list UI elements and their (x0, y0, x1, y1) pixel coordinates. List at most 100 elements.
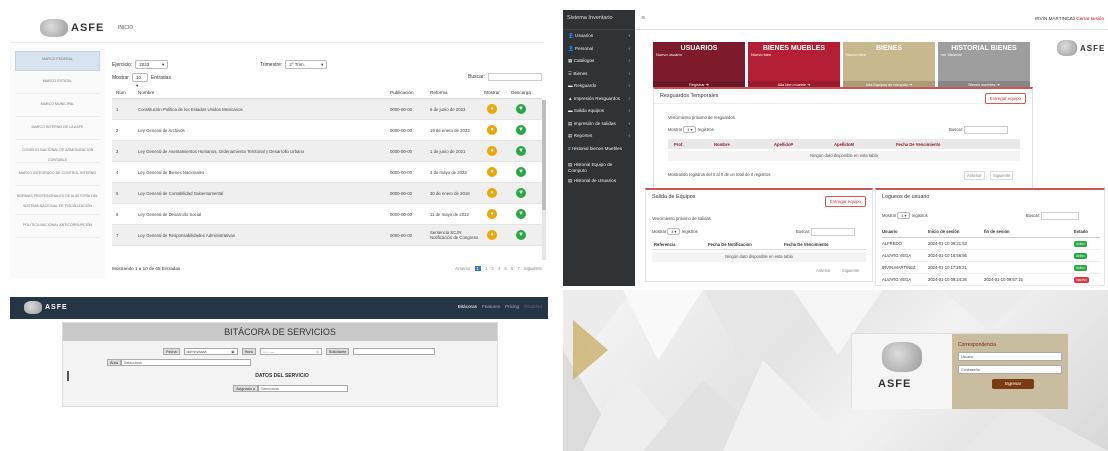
fecha-input[interactable]: dd/mm/aaaa ▣ (183, 348, 238, 355)
page-link[interactable]: 3 (491, 266, 493, 271)
download-icon[interactable]: ▼ (516, 188, 526, 198)
search-input[interactable] (811, 228, 856, 236)
sidebar-item-marco-interno[interactable]: MARCO INTERNO DE LA ASFE (15, 120, 100, 140)
page-link[interactable]: 7 (517, 266, 519, 271)
search-input[interactable] (964, 126, 1009, 134)
col-fecha-notificacion[interactable]: Fecha De Notificacion (708, 242, 784, 247)
scrollbar-thumb[interactable] (542, 100, 546, 210)
col-fin[interactable]: fin de sesión (984, 229, 1074, 234)
sidebar-item[interactable]: ▤ Historial Equipo de Computo (563, 159, 635, 175)
col-publicacion[interactable]: Publicación (390, 90, 430, 95)
sidebar-item[interactable]: ▤ Impresión de salidas ‹ (563, 118, 635, 131)
download-icon[interactable]: ▼ (516, 209, 526, 219)
sidebar-item-marco-estatal[interactable]: MARCO ESTATAL (15, 74, 100, 94)
col-nombre[interactable]: Nombre (714, 142, 774, 147)
solicitante-input[interactable] (353, 348, 436, 355)
hora-input[interactable]: --:-- ---- ◷ (259, 348, 322, 355)
col-vencimiento[interactable]: Fecha De Vencimiento (896, 142, 996, 147)
sidebar-item[interactable]: 👤 Personal ‹ (563, 43, 635, 56)
nav-pricing[interactable]: Pricing (505, 304, 519, 309)
page-link[interactable]: Siguiente (524, 266, 542, 271)
page-link[interactable]: 4 (498, 266, 500, 271)
col-prof[interactable]: Prof. (668, 142, 714, 147)
legal-framework-window: ASFE INICIO MARCO FEDERAL MARCO ESTATAL … (0, 0, 558, 286)
sidebar-item-normas[interactable]: NORMAS PROFESIONALES DE AUDITORÍA DEL SI… (15, 189, 100, 215)
page-size-select[interactable]: 4 ▾ (897, 212, 911, 219)
trimestre-select[interactable]: 2° Trim. ▾ (285, 60, 328, 69)
download-icon[interactable]: ▼ (516, 167, 526, 177)
sidebar-item-text: Historial de Usuarios (573, 177, 617, 183)
sidebar-item-anticorrupcion[interactable]: POLÍTICA NACIONAL ANTICORRUPCIÓN (15, 218, 100, 238)
page-link[interactable]: Anterior (455, 266, 470, 271)
cell-inicio: 2024-01-10 09:24:26 (928, 277, 967, 282)
download-icon[interactable]: ▼ (516, 230, 526, 240)
sidebar-item[interactable]: ▬ Resguardo ‹ (563, 80, 635, 93)
col-inicio[interactable]: Inicio de sesión (928, 229, 984, 234)
download-icon[interactable]: ▼ (516, 125, 526, 135)
col-num[interactable]: Núm (112, 90, 132, 95)
nav-bitacoras[interactable]: Bitácoras (458, 304, 477, 309)
sidebar-item[interactable]: ≡ Historial bienes Muebles (563, 143, 635, 159)
ejercicio-select[interactable]: 2023 ▾ (135, 60, 169, 69)
prev-page-button[interactable]: Anterior (816, 268, 831, 273)
sidebar-item[interactable]: 👤 Usuarios ‹ (563, 30, 635, 43)
sidebar-item[interactable]: ▲ Impresión Resguardos ‹ (563, 93, 635, 106)
login-button[interactable]: Ingresar (992, 379, 1034, 389)
page-link[interactable]: 6 (511, 266, 513, 271)
password-input[interactable]: Contraseña (958, 365, 1062, 374)
page-size-select[interactable]: 4 ▾ (667, 228, 681, 235)
page-link[interactable]: 1 (474, 266, 481, 271)
search-input[interactable] (1041, 212, 1080, 220)
download-icon[interactable]: ▼ (516, 104, 526, 114)
col-reforma[interactable]: Reforma (430, 90, 478, 95)
eye-icon[interactable]: ● (487, 209, 497, 219)
sidebar-item-conac[interactable]: CONSEJO NACIONAL DE ARMONIZACIÓN CONTABL… (15, 143, 100, 163)
area-select[interactable]: Selecciona (121, 359, 252, 366)
page-size-select[interactable]: 4 ▾ (683, 126, 697, 133)
sidebar-item[interactable]: ▬ Salida equipos ‹ (563, 105, 635, 118)
prev-page-button[interactable]: Anterior (964, 171, 985, 180)
col-apellidom[interactable]: ApellidoM (834, 142, 896, 147)
brand-text: ASFE (71, 22, 105, 34)
asignado-select[interactable]: Selecciona (258, 385, 348, 392)
eye-icon[interactable]: ● (487, 230, 497, 240)
eye-icon[interactable]: ● (487, 146, 497, 156)
eye-icon[interactable]: ● (487, 104, 497, 114)
sidebar-item-marco-municipal[interactable]: MARCO MUNICIPAL (15, 97, 100, 117)
page-link[interactable]: 2 (485, 266, 487, 271)
next-page-button[interactable]: Siguiente (842, 268, 859, 273)
sidebar-item-control-interno[interactable]: MARCO INTEGRADO DE CONTROL INTERNO (15, 166, 100, 186)
current-user: IRVIN.MARTINEZ (1035, 16, 1072, 21)
sidebar-item[interactable]: ☰ Bienes ‹ (563, 68, 635, 81)
table-row: ALVARO.VEGA 2024-01-10 09:24:26 2024-01-… (882, 274, 1100, 286)
col-fecha-vencimiento[interactable]: Fecha De Vencimiento (784, 242, 866, 247)
username-input[interactable]: Usuario (958, 352, 1062, 361)
page-link[interactable]: 5 (504, 266, 506, 271)
download-icon[interactable]: ▼ (516, 146, 526, 156)
col-descarga[interactable]: Descarga (506, 90, 536, 95)
sidebar-item[interactable]: ▦ Catálogos ‹ (563, 55, 635, 68)
eye-icon[interactable]: ● (487, 125, 497, 135)
eye-icon[interactable]: ● (487, 167, 497, 177)
entregar-equipo-salida-button[interactable]: Entregar equipo (824, 196, 866, 207)
scrollbar[interactable] (542, 100, 546, 260)
sidebar-item[interactable]: ▤ Reportes ‹ (563, 130, 635, 143)
col-estado[interactable]: Estado (1074, 229, 1100, 234)
sidebar-item-marco-federal[interactable]: MARCO FEDERAL (15, 51, 100, 71)
eye-icon[interactable]: ● (487, 188, 497, 198)
col-apellidop[interactable]: ApellidoP (774, 142, 834, 147)
menu-toggle-icon[interactable]: ≡ (641, 15, 645, 22)
search-input[interactable] (487, 73, 542, 81)
search-label: Buscar: (468, 74, 485, 80)
sidebar-item[interactable]: ▤ Historial de Usuarios (563, 175, 635, 188)
nav-features[interactable]: Features (482, 304, 500, 309)
col-usuario[interactable]: Usuario (882, 229, 928, 234)
col-mostrar[interactable]: Mostrar (478, 90, 506, 95)
sidebar-item-label: 👤 Usuarios (568, 33, 593, 40)
col-nombre[interactable]: Nombre (132, 90, 390, 95)
next-page-button[interactable]: Siguiente (990, 171, 1014, 180)
page-size-select[interactable]: 10 ▾ (131, 73, 148, 88)
logout-link[interactable]: ⏻ Cerrar sesión (1072, 16, 1105, 21)
col-referencia[interactable]: Referencia (652, 242, 708, 247)
entregar-equipo-button[interactable]: Entregar equipo (984, 93, 1026, 104)
